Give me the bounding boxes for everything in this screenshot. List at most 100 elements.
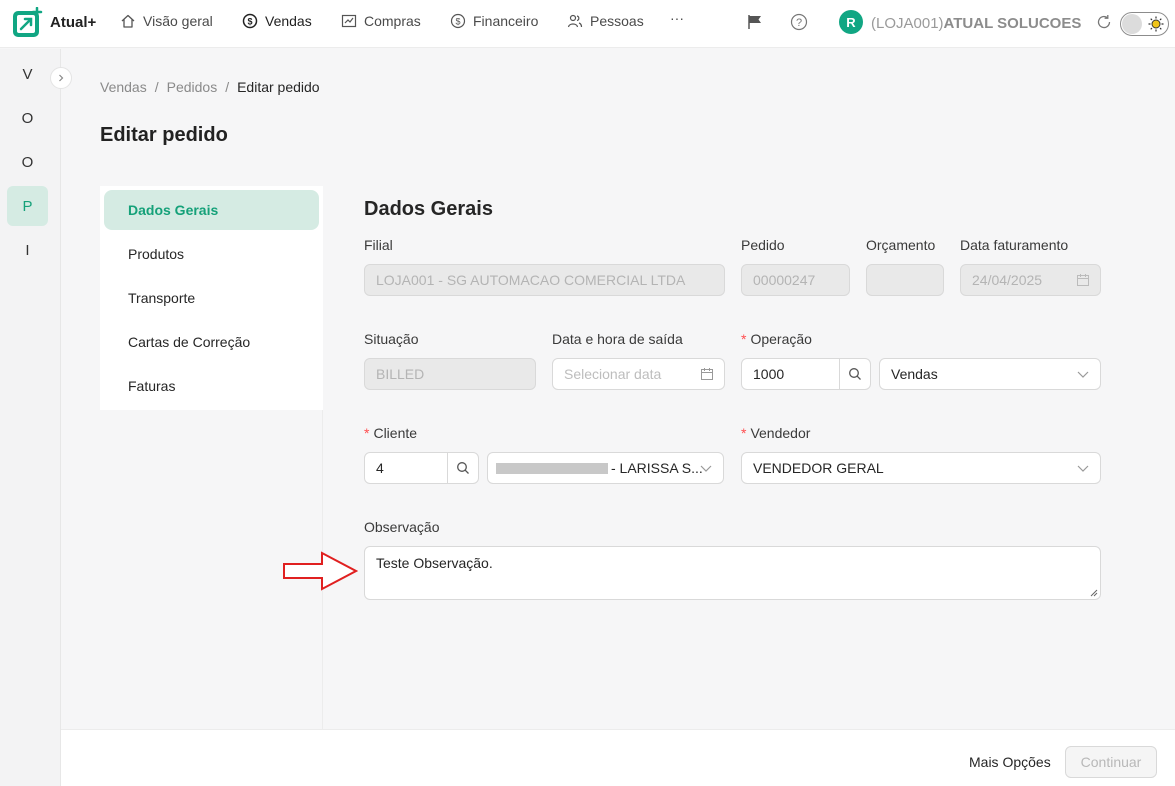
nav-label: Vendas: [265, 13, 312, 29]
app-name: Atual+: [50, 14, 97, 31]
nav-label: Financeiro: [473, 13, 539, 29]
cliente-search-button[interactable]: [447, 452, 479, 484]
rail-item-v[interactable]: V: [7, 54, 48, 94]
people-icon: [567, 14, 583, 28]
cliente-code-value: 4: [376, 460, 384, 476]
breadcrumb-separator: /: [154, 79, 159, 95]
data-faturamento-field: 24/04/2025: [960, 264, 1101, 296]
chart-line-icon: [341, 14, 357, 28]
vendedor-label-text: Vendedor: [750, 425, 811, 441]
rail-item-o-1[interactable]: O: [7, 98, 48, 138]
required-mark: *: [364, 425, 370, 441]
store-name: ATUAL SOLUCOES: [943, 15, 1082, 32]
dollar-circle-icon: $: [242, 13, 258, 29]
continue-button[interactable]: Continuar: [1065, 746, 1157, 778]
vendedor-select[interactable]: VENDEDOR GERAL: [741, 452, 1101, 484]
pedido-label: Pedido: [741, 237, 785, 253]
menu-item-faturas[interactable]: Faturas: [104, 366, 319, 406]
nav-vendas[interactable]: $ Vendas: [242, 13, 312, 29]
situacao-label: Situação: [364, 331, 419, 347]
logo-icon[interactable]: [11, 7, 43, 39]
search-icon: [849, 368, 861, 380]
nav-label: Compras: [364, 13, 421, 29]
observacao-label: Observação: [364, 519, 440, 535]
required-mark: *: [741, 425, 747, 441]
operacao-select[interactable]: Vendas: [879, 358, 1101, 390]
calendar-icon: [701, 368, 713, 380]
more-options-button[interactable]: Mais Opções: [969, 754, 1051, 770]
nav-pessoas[interactable]: Pessoas: [567, 13, 644, 29]
top-bar: Atual+ Visão geral $ Vendas Compras $ Fi…: [0, 0, 1175, 48]
help-icon[interactable]: ?: [790, 13, 808, 31]
filial-field: LOJA001 - SG AUTOMACAO COMERCIAL LTDA: [364, 264, 725, 296]
flag-icon[interactable]: [746, 13, 764, 31]
chevron-down-icon: [1077, 371, 1089, 378]
data-saida-picker[interactable]: Selecionar data: [552, 358, 725, 390]
data-faturamento-label: Data faturamento: [960, 237, 1069, 253]
resize-grip-icon[interactable]: [1090, 589, 1098, 597]
cliente-label-text: Cliente: [373, 425, 418, 441]
svg-text:?: ?: [796, 17, 802, 29]
operacao-code-value: 1000: [753, 366, 785, 382]
menu-item-produtos[interactable]: Produtos: [104, 234, 319, 274]
observacao-textarea[interactable]: Teste Observação.: [364, 546, 1101, 600]
more-icon: ···: [670, 10, 684, 26]
redacted-block: [496, 462, 608, 474]
rail-item-o-2[interactable]: O: [7, 142, 48, 182]
vendedor-label: * Vendedor: [741, 425, 810, 441]
rail-expand-button[interactable]: [50, 67, 72, 89]
filial-label: Filial: [364, 237, 393, 253]
nav-financeiro[interactable]: $ Financeiro: [450, 13, 538, 29]
nav-label: Visão geral: [143, 13, 213, 29]
nav-compras[interactable]: Compras: [341, 13, 421, 29]
operacao-code-input[interactable]: 1000: [741, 358, 840, 390]
data-saida-label: Data e hora de saída: [552, 331, 683, 347]
operacao-select-value: Vendas: [891, 366, 938, 382]
breadcrumb-vendas[interactable]: Vendas: [100, 79, 147, 95]
filial-value: LOJA001 - SG AUTOMACAO COMERCIAL LTDA: [376, 272, 686, 288]
operacao-label-text: Operação: [750, 331, 812, 347]
cliente-select-value: - LARISSA S...: [611, 460, 703, 476]
left-rail: V O O P I: [0, 49, 61, 786]
arrow-annotation-icon: [283, 551, 358, 591]
theme-toggle[interactable]: [1120, 12, 1169, 36]
store-selector[interactable]: (LOJA001)ATUAL SOLUCOES: [871, 15, 1081, 32]
section-title: Dados Gerais: [364, 198, 493, 220]
cliente-label: * Cliente: [364, 425, 417, 441]
avatar[interactable]: R: [839, 10, 863, 34]
dollar-circle-icon: $: [450, 13, 466, 29]
breadcrumb-separator: /: [225, 79, 230, 95]
nav-visao-geral[interactable]: Visão geral: [120, 13, 213, 29]
nav-more[interactable]: ···: [670, 10, 684, 26]
svg-text:$: $: [247, 17, 252, 27]
breadcrumb-current: Editar pedido: [237, 79, 320, 95]
breadcrumb: Vendas / Pedidos / Editar pedido: [100, 79, 320, 95]
sun-icon: [1148, 16, 1164, 32]
situacao-field: BILLED: [364, 358, 536, 390]
chevron-right-icon: [59, 74, 64, 82]
menu-item-cartas-correcao[interactable]: Cartas de Correção: [104, 322, 319, 362]
vendedor-select-value: VENDEDOR GERAL: [753, 460, 884, 476]
rail-item-p[interactable]: P: [7, 186, 48, 226]
cliente-select[interactable]: - LARISSA S...: [487, 452, 724, 484]
calendar-icon: [1077, 274, 1089, 286]
menu-item-dados-gerais[interactable]: Dados Gerais: [104, 190, 319, 230]
orcamento-field: [866, 264, 944, 296]
section-menu: Dados Gerais Produtos Transporte Cartas …: [100, 186, 323, 410]
menu-item-transporte[interactable]: Transporte: [104, 278, 319, 318]
page-title: Editar pedido: [100, 124, 228, 146]
data-saida-placeholder: Selecionar data: [564, 366, 662, 382]
operacao-label: * Operação: [741, 331, 812, 347]
cliente-code-input[interactable]: 4: [364, 452, 448, 484]
chevron-down-icon: [1077, 465, 1089, 472]
operacao-search-button[interactable]: [839, 358, 871, 390]
refresh-icon[interactable]: [1095, 13, 1113, 31]
pedido-value: 00000247: [753, 272, 816, 288]
observacao-value: Teste Observação.: [376, 555, 493, 571]
rail-item-i[interactable]: I: [7, 230, 48, 270]
store-prefix: (LOJA001): [871, 15, 944, 32]
breadcrumb-pedidos[interactable]: Pedidos: [167, 79, 218, 95]
nav-label: Pessoas: [590, 13, 644, 29]
chevron-down-icon: [700, 465, 712, 472]
svg-text:$: $: [455, 17, 460, 27]
